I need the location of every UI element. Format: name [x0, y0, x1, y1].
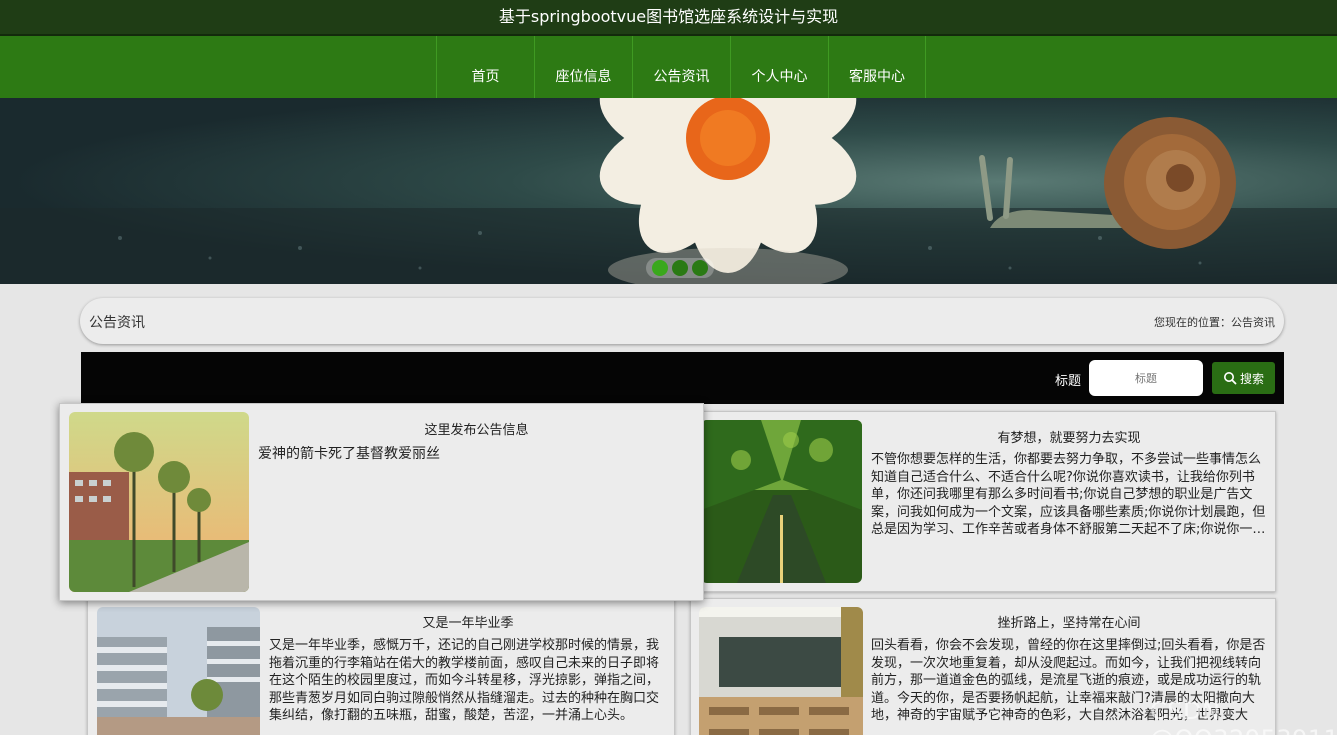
site-title: 基于springbootvue图书馆选座系统设计与实现	[498, 7, 839, 26]
nav-item-profile[interactable]: 个人中心	[730, 36, 828, 98]
nav-item-seats[interactable]: 座位信息	[534, 36, 632, 98]
nav-item-service[interactable]: 客服中心	[828, 36, 926, 98]
banner-carousel[interactable]	[0, 98, 1337, 284]
card-image	[699, 607, 863, 735]
card-image	[69, 412, 249, 592]
nav-item-home[interactable]: 首页	[436, 36, 534, 98]
carousel-dot-1[interactable]	[652, 260, 668, 276]
card-title: 有梦想，就要努力去实现	[997, 431, 1141, 446]
site-header: 基于springbootvue图书馆选座系统设计与实现	[0, 0, 1337, 36]
card-title: 挫折路上，坚持常在心间	[997, 616, 1141, 631]
news-card[interactable]: 这里发布公告信息 爱神的箭卡死了基督教爱丽丝	[59, 403, 704, 601]
card-summary: 不管你想要怎样的生活，你都要去努力争取，不多尝试一些事情怎么知道自己适合什么、不…	[871, 452, 1266, 537]
carousel-indicators	[646, 258, 714, 278]
carousel-dot-2[interactable]	[672, 260, 688, 276]
card-image	[97, 607, 260, 735]
banner-image	[0, 98, 1337, 284]
breadcrumb: 公告资讯 您现在的位置：公告资讯	[80, 298, 1284, 344]
news-card[interactable]: 又是一年毕业季 又是一年毕业季，感慨万千，还记的自己刚进学校那时候的情景，我拖着…	[87, 598, 675, 735]
card-title: 这里发布公告信息	[424, 423, 529, 438]
search-input[interactable]	[1089, 360, 1203, 396]
page-title: 公告资讯	[89, 315, 145, 331]
search-button[interactable]: 搜索	[1212, 362, 1275, 394]
card-title: 又是一年毕业季	[422, 616, 514, 631]
search-label: 标题	[1055, 374, 1082, 389]
card-image	[701, 420, 862, 583]
nav-item-news[interactable]: 公告资讯	[632, 36, 730, 98]
news-card[interactable]: 有梦想，就要努力去实现 不管你想要怎样的生活，你都要去努力争取，不多尝试一些事情…	[690, 411, 1276, 592]
card-summary: 爱神的箭卡死了基督教爱丽丝	[258, 446, 440, 462]
card-summary: 又是一年毕业季，感慨万千，还记的自己刚进学校那时候的情景，我拖着沉重的行李箱站在…	[269, 638, 660, 723]
search-bar: 标题 搜索	[81, 352, 1284, 404]
main-nav: 首页 座位信息 公告资讯 个人中心 客服中心	[0, 36, 1337, 98]
carousel-dot-3[interactable]	[692, 260, 708, 276]
current-location: 您现在的位置：公告资讯	[1154, 316, 1275, 329]
search-button-label: 搜索	[1239, 371, 1264, 386]
watermark: CSDN @QQ3295391197	[1150, 697, 1337, 735]
search-icon	[1223, 372, 1237, 385]
